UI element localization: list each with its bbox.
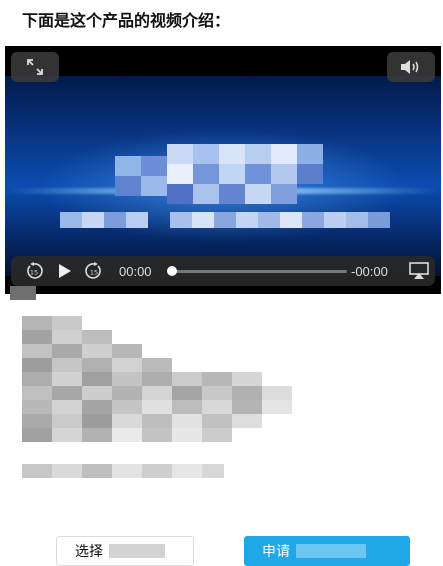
remaining-time: -00:00 bbox=[351, 264, 388, 279]
forward-15-button[interactable]: 15 bbox=[85, 262, 103, 285]
select-button-label: 选择 bbox=[75, 543, 103, 559]
select-button-redacted bbox=[109, 544, 165, 558]
airplay-icon bbox=[409, 262, 429, 279]
volume-icon bbox=[401, 60, 419, 74]
progress-track[interactable] bbox=[171, 270, 347, 273]
svg-text:15: 15 bbox=[90, 269, 98, 277]
rewind-15-button[interactable]: 15 bbox=[25, 262, 43, 285]
fullscreen-button[interactable] bbox=[11, 52, 59, 82]
svg-text:15: 15 bbox=[30, 269, 38, 277]
apply-button[interactable]: 申请 bbox=[244, 536, 410, 566]
redacted-content bbox=[0, 286, 443, 496]
intro-text: 下面是这个产品的视频介绍： bbox=[22, 13, 231, 30]
video-frame bbox=[5, 76, 441, 276]
forward-15-icon: 15 bbox=[85, 262, 101, 279]
play-button[interactable] bbox=[55, 262, 73, 285]
apply-button-label: 申请 bbox=[262, 543, 290, 559]
video-player[interactable]: 15 15 00:00 -00:00 bbox=[5, 46, 441, 294]
play-icon bbox=[59, 264, 71, 278]
airplay-button[interactable] bbox=[409, 262, 429, 285]
volume-button[interactable] bbox=[387, 52, 435, 82]
rewind-15-icon: 15 bbox=[27, 262, 43, 279]
video-subtitle-mosaic bbox=[60, 212, 400, 228]
apply-button-redacted bbox=[296, 544, 366, 558]
select-button[interactable]: 选择 bbox=[56, 536, 194, 566]
current-time: 00:00 bbox=[119, 264, 152, 279]
video-controls: 15 15 00:00 -00:00 bbox=[11, 256, 435, 286]
fullscreen-icon bbox=[27, 59, 43, 75]
video-title-mosaic bbox=[115, 138, 325, 218]
progress-knob[interactable] bbox=[167, 266, 177, 276]
